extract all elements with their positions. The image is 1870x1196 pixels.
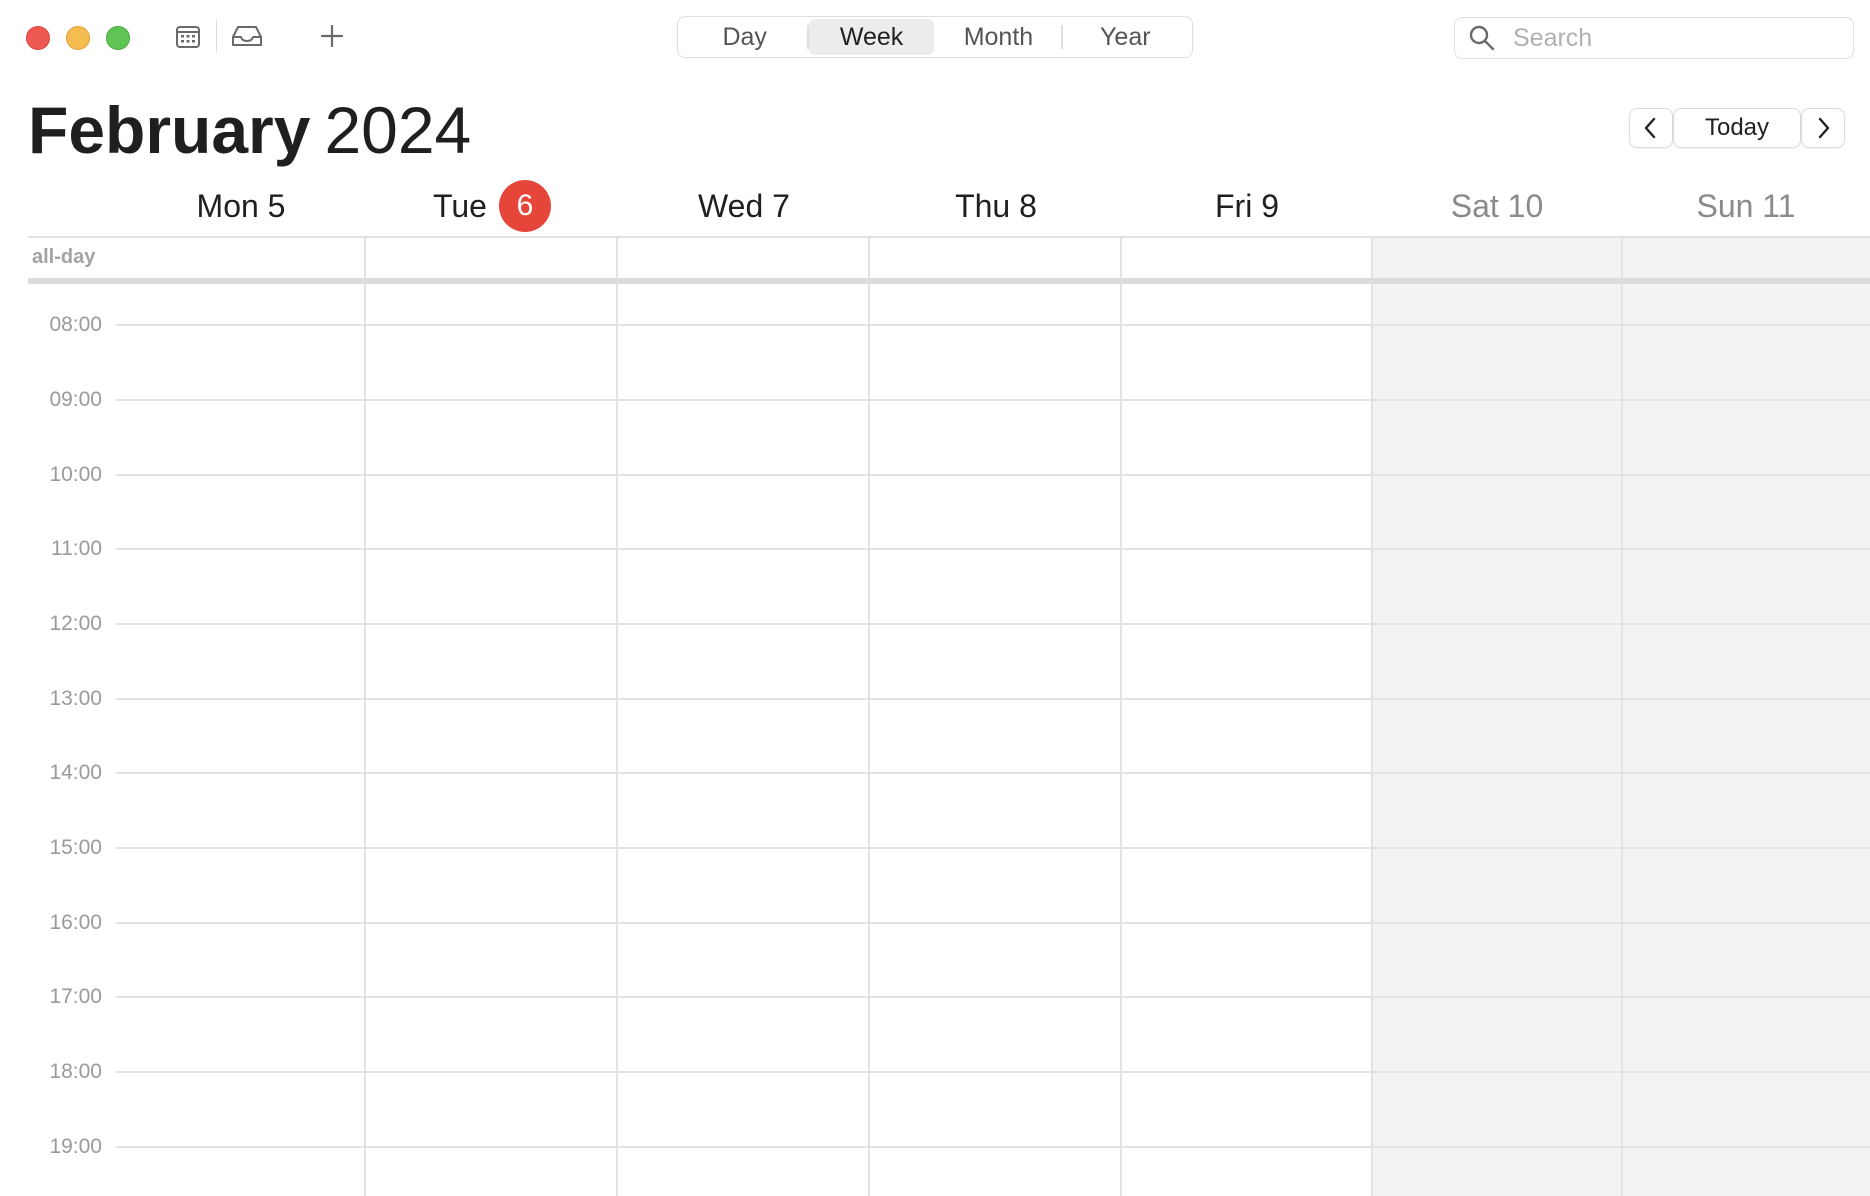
day-header-thu[interactable]: Thu 8 [870, 180, 1122, 232]
previous-week-button[interactable] [1629, 108, 1673, 148]
toolbar-divider [216, 20, 217, 52]
chevron-left-icon [1644, 117, 1656, 139]
hour-gridline [116, 399, 1870, 401]
hour-gridline [116, 1071, 1870, 1073]
all-day-separator [28, 278, 1870, 284]
search-field[interactable] [1454, 17, 1854, 59]
today-date-badge: 6 [498, 180, 551, 232]
search-icon [1467, 23, 1497, 53]
day-header-tue[interactable]: Tue 6 [366, 180, 618, 232]
day-header-wed[interactable]: Wed 7 [618, 180, 870, 232]
day-label: Sun 11 [1696, 187, 1796, 224]
hour-label: 17:00 [49, 985, 102, 1008]
hour-gridline [116, 324, 1870, 326]
hour-label: 10:00 [49, 463, 102, 486]
chevron-right-icon [1818, 117, 1830, 139]
hour-label: 11:00 [51, 537, 102, 560]
day-column-divider [1371, 238, 1373, 1196]
hour-label: 15:00 [49, 836, 102, 859]
plus-icon[interactable] [318, 22, 346, 55]
year-number: 2024 [324, 93, 472, 167]
hour-gridline [116, 772, 1870, 774]
day-label: Fri 9 [1215, 187, 1279, 224]
view-switcher: Day Week Month Year [677, 16, 1193, 58]
hour-label: 14:00 [49, 761, 102, 784]
hour-gridline [116, 548, 1870, 550]
today-button[interactable]: Today [1673, 108, 1801, 148]
day-label: Tue [433, 187, 487, 224]
hour-gridline [116, 698, 1870, 700]
tab-week[interactable]: Week [808, 19, 935, 55]
day-label: Wed 7 [698, 187, 790, 224]
tab-year[interactable]: Year [1063, 19, 1188, 55]
tab-day[interactable]: Day [682, 19, 807, 55]
day-label: Thu 8 [955, 187, 1037, 224]
day-header-sun[interactable]: Sun 11 [1622, 180, 1870, 232]
hour-label: 19:00 [49, 1135, 102, 1158]
month-name: February [28, 93, 311, 167]
day-column-divider [364, 238, 366, 1196]
search-input[interactable] [1511, 22, 1815, 54]
hour-gridline [116, 1146, 1870, 1148]
hour-label: 09:00 [49, 388, 102, 411]
header-divider [28, 236, 1870, 238]
day-label: Sat 10 [1450, 187, 1544, 224]
day-header-fri[interactable]: Fri 9 [1122, 180, 1372, 232]
day-column-divider [616, 238, 618, 1196]
all-day-label: all-day [32, 246, 96, 268]
hour-gridline [116, 847, 1870, 849]
hour-label: 13:00 [49, 687, 102, 710]
hour-gridline [116, 922, 1870, 924]
day-header-mon[interactable]: Mon 5 [116, 180, 366, 232]
tab-month[interactable]: Month [936, 19, 1061, 55]
hour-label: 18:00 [49, 1060, 102, 1083]
day-column-divider [868, 238, 870, 1196]
hour-label: 08:00 [49, 313, 102, 336]
zoom-window-button[interactable] [106, 26, 130, 50]
day-label: Mon 5 [196, 187, 286, 224]
hour-gridline [116, 996, 1870, 998]
day-column-divider [1621, 238, 1623, 1196]
day-header-sat[interactable]: Sat 10 [1372, 180, 1622, 232]
minimize-window-button[interactable] [66, 26, 90, 50]
hour-label: 12:00 [49, 612, 102, 635]
calendar-list-icon[interactable] [174, 22, 202, 55]
day-column-divider [1120, 238, 1122, 1196]
next-week-button[interactable] [1801, 108, 1845, 148]
hour-gridline [116, 474, 1870, 476]
close-window-button[interactable] [26, 26, 50, 50]
inbox-tray-icon[interactable] [230, 22, 264, 55]
hour-label: 16:00 [49, 911, 102, 934]
hour-gridline [116, 623, 1870, 625]
page-title: February 2024 [28, 90, 471, 170]
